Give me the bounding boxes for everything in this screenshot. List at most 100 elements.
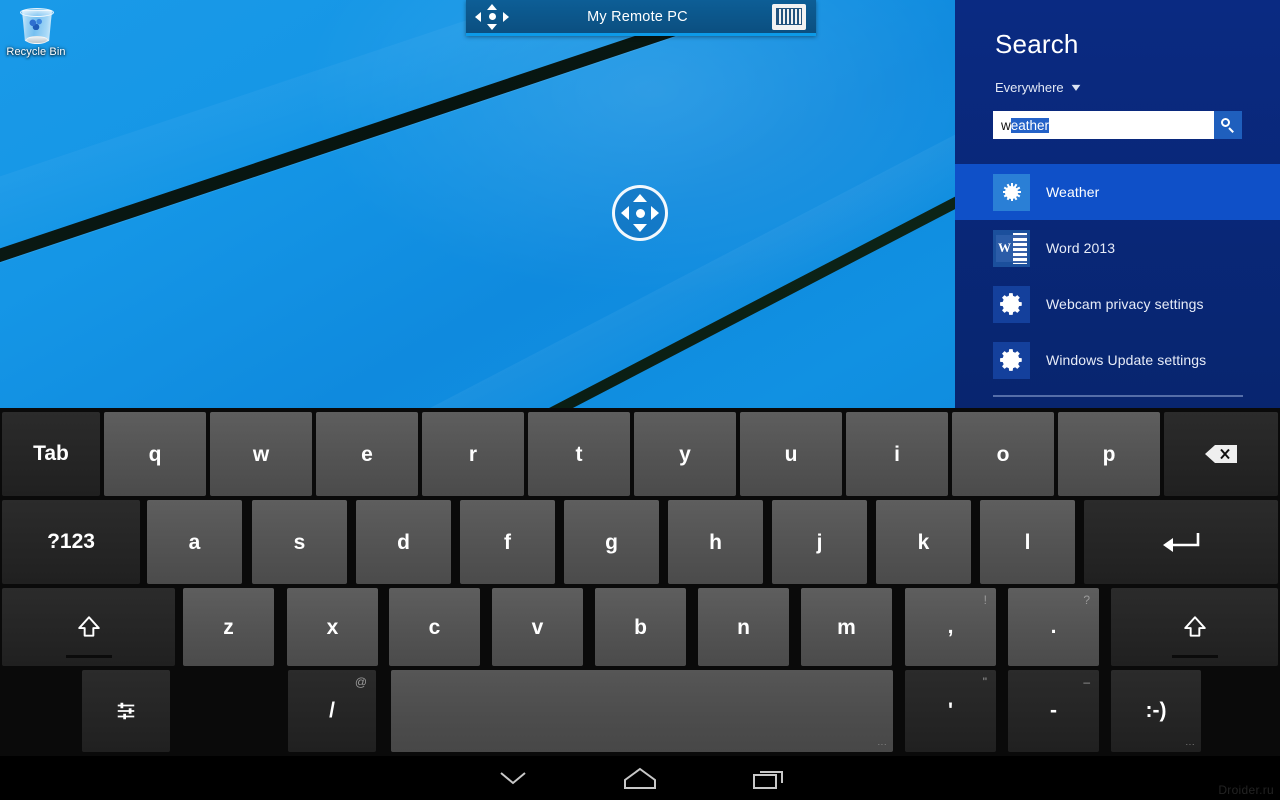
key-more-dots: ···	[877, 740, 887, 749]
key-i[interactable]: i	[846, 412, 948, 496]
key-label: y	[679, 442, 691, 466]
search-submit-button[interactable]	[1214, 111, 1242, 139]
search-result-weather[interactable]: Weather	[955, 164, 1280, 220]
key-b[interactable]: b	[595, 588, 686, 666]
key-z[interactable]: z	[183, 588, 274, 666]
key-apostrophe[interactable]: ' "	[905, 670, 996, 752]
settings-icon	[117, 702, 135, 720]
key-label: g	[605, 530, 618, 554]
key-label: q	[148, 442, 162, 466]
recycle-bin-icon	[19, 6, 54, 44]
key-t[interactable]: t	[528, 412, 630, 496]
search-result-word-2013[interactable]: W Word 2013	[955, 220, 1280, 276]
remote-desktop-viewport[interactable]: Recycle Bin Search Everywhere ▾ weather	[0, 0, 1280, 408]
word-icon: W	[993, 229, 1030, 267]
search-scope-label: Everywhere	[995, 80, 1064, 95]
key-label: '	[948, 698, 953, 722]
key-label: b	[634, 615, 647, 639]
desktop-icon-label: Recycle Bin	[6, 46, 66, 58]
search-result-webcam-privacy-settings[interactable]: Webcam privacy settings	[955, 276, 1280, 332]
key-c[interactable]: c	[389, 588, 480, 666]
key-period[interactable]: .?	[1008, 588, 1099, 666]
keyboard-row-1: Tab q w e r t y u i o p	[0, 412, 1280, 496]
key-slash[interactable]: / @	[288, 670, 376, 752]
key-y[interactable]: y	[634, 412, 736, 496]
search-scope-dropdown[interactable]: Everywhere ▾	[995, 80, 1080, 95]
recents-icon[interactable]	[709, 756, 829, 800]
key-x[interactable]: x	[287, 588, 378, 666]
key-enter[interactable]	[1084, 500, 1278, 584]
shift-icon	[1183, 616, 1206, 637]
key-tab[interactable]: Tab	[2, 412, 100, 496]
key-label: k	[917, 530, 930, 554]
key-shift[interactable]	[1111, 588, 1278, 666]
dpad-cursor-icon[interactable]	[612, 185, 668, 241]
key-w[interactable]: w	[210, 412, 312, 496]
backspace-icon	[1205, 445, 1237, 463]
key-label: :-)	[1145, 698, 1167, 722]
search-result-windows-update-settings[interactable]: Windows Update settings	[955, 332, 1280, 388]
keyboard-icon[interactable]	[772, 3, 806, 30]
shift-icon	[77, 616, 100, 637]
keyboard-row-2: ?123 a s d f g h j k l	[0, 500, 1280, 584]
key-label: z	[223, 615, 234, 639]
key-v[interactable]: v	[492, 588, 583, 666]
key-label: .	[1050, 614, 1057, 638]
key-settings[interactable]	[82, 670, 170, 752]
key-g[interactable]: g	[564, 500, 659, 584]
key-space[interactable]: ···	[391, 670, 893, 752]
key-f[interactable]: f	[460, 500, 555, 584]
search-result-label: Webcam privacy settings	[1046, 296, 1204, 312]
key-label: /	[329, 698, 335, 722]
key-h[interactable]: h	[668, 500, 763, 584]
key-m[interactable]: m	[801, 588, 892, 666]
search-input-value: weather	[993, 117, 1214, 133]
key-label: a	[188, 530, 201, 554]
key-j[interactable]: j	[772, 500, 867, 584]
key-emoji[interactable]: :-) ···	[1111, 670, 1201, 752]
key-dash[interactable]: - –	[1008, 670, 1099, 752]
desktop-icon-recycle-bin[interactable]: Recycle Bin	[6, 4, 66, 59]
key-label: ,	[947, 614, 954, 638]
search-input[interactable]: weather	[993, 111, 1242, 139]
key-s[interactable]: s	[252, 500, 347, 584]
key-symbols[interactable]: ?123	[2, 500, 140, 584]
dpad-icon[interactable]	[475, 3, 509, 30]
key-n[interactable]: n	[698, 588, 789, 666]
key-comma[interactable]: ,!	[905, 588, 996, 666]
key-label: s	[293, 530, 306, 554]
key-d[interactable]: d	[356, 500, 451, 584]
key-p[interactable]: p	[1058, 412, 1160, 496]
key-backspace[interactable]	[1164, 412, 1278, 496]
key-shift[interactable]	[2, 588, 175, 666]
key-a[interactable]: a	[147, 500, 242, 584]
dpad-cursor-down	[633, 224, 647, 232]
key-u[interactable]: u	[740, 412, 842, 496]
dpad-cursor-left	[621, 206, 629, 220]
remote-session-toolbar: My Remote PC	[466, 0, 816, 36]
key-e[interactable]: e	[316, 412, 418, 496]
key-alt-label: –	[1083, 675, 1090, 689]
key-label: j	[816, 530, 823, 554]
search-icon	[1220, 117, 1236, 133]
hide-keyboard-chevron-icon[interactable]	[453, 756, 573, 800]
search-typed-text: w	[1001, 117, 1011, 133]
key-q[interactable]: q	[104, 412, 206, 496]
results-separator	[993, 395, 1243, 397]
search-suggestion-text: eather	[1010, 117, 1050, 133]
key-l[interactable]: l	[980, 500, 1075, 584]
search-result-label: Word 2013	[1046, 240, 1116, 256]
android-navigation-bar	[0, 756, 1280, 800]
search-result-label: Weather	[1046, 184, 1100, 200]
gear-icon	[993, 341, 1030, 379]
key-label: v	[531, 615, 544, 639]
key-o[interactable]: o	[952, 412, 1054, 496]
key-label: r	[468, 442, 478, 466]
key-r[interactable]: r	[422, 412, 524, 496]
key-label: Tab	[33, 441, 69, 465]
key-k[interactable]: k	[876, 500, 971, 584]
key-label: ?123	[47, 529, 95, 553]
key-label: o	[996, 442, 1010, 466]
home-icon[interactable]	[580, 756, 700, 800]
windows-search-panel: Search Everywhere ▾ weather Weather W Wo…	[955, 0, 1280, 408]
